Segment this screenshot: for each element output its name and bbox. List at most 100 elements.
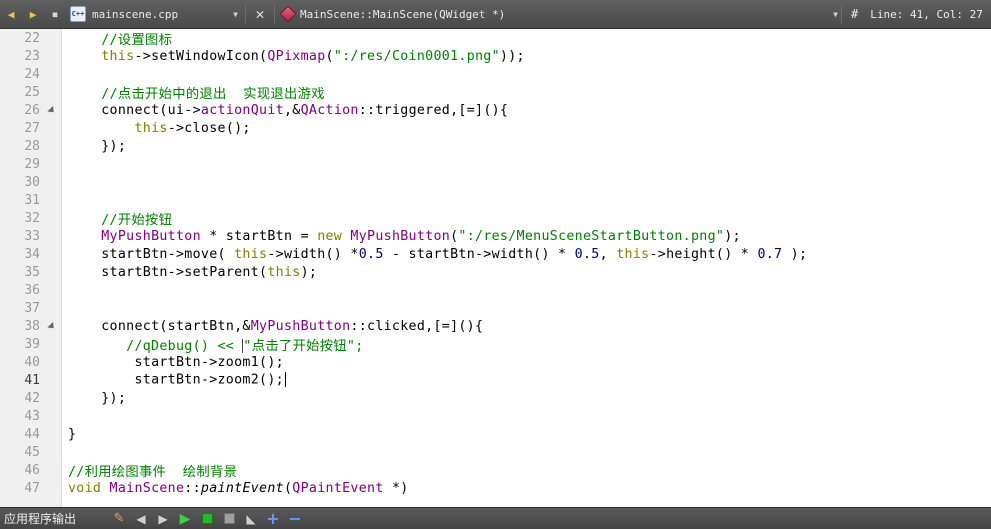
code-text: //设置图标 bbox=[62, 29, 172, 48]
code-line[interactable]: 23 this->setWindowIcon(QPixmap(":/res/Co… bbox=[0, 47, 991, 65]
code-editor[interactable]: 22 //设置图标 23 this->setWindowIcon(QPixmap… bbox=[0, 29, 991, 507]
cpp-file-icon: C++ bbox=[70, 6, 86, 22]
code-line[interactable]: 35 startBtn->setParent(this); bbox=[0, 263, 991, 281]
zoom-out-icon[interactable]: − bbox=[284, 509, 306, 529]
line-number: 37 bbox=[24, 300, 40, 316]
line-number: 38 bbox=[24, 318, 40, 334]
code-comment: //设置图标 bbox=[101, 32, 173, 48]
code-token: connect(ui-> bbox=[101, 102, 201, 118]
line-number: 23 bbox=[24, 48, 40, 64]
attach-icon[interactable] bbox=[218, 509, 240, 529]
fold-toggle[interactable] bbox=[42, 105, 62, 115]
next-icon[interactable]: ▶ bbox=[152, 509, 174, 529]
code-line[interactable]: 44 } bbox=[0, 425, 991, 443]
line-number: 40 bbox=[24, 354, 40, 370]
code-line[interactable]: 45 bbox=[0, 443, 991, 461]
code-line-current[interactable]: 41 startBtn->zoom2(); bbox=[0, 371, 991, 389]
code-type: MainScene bbox=[109, 480, 185, 496]
code-comment: //开始按钮 bbox=[101, 212, 173, 228]
cursor-position[interactable]: Line: 41, Col: 27 bbox=[870, 8, 983, 21]
line-number: 25 bbox=[24, 84, 40, 100]
code-line[interactable]: 27 this->close(); bbox=[0, 119, 991, 137]
code-line[interactable]: 28 }); bbox=[0, 137, 991, 155]
fold-toggle[interactable] bbox=[42, 321, 62, 331]
code-token: ->setWindowIcon( bbox=[134, 48, 268, 64]
code-line[interactable]: 46 //利用绘图事件 绘制背景 bbox=[0, 461, 991, 480]
code-token: ::triggered,[=](){ bbox=[358, 102, 509, 118]
code-keyword: this bbox=[101, 48, 135, 64]
line-number: 43 bbox=[24, 408, 40, 424]
code-line[interactable]: 31 bbox=[0, 191, 991, 209]
cursor-position-info: # Line: 41, Col: 27 bbox=[851, 7, 983, 21]
code-token: )); bbox=[499, 48, 525, 64]
forward-arrow-icon[interactable]: ▶ bbox=[22, 3, 44, 25]
code-line[interactable]: 47 void MainScene::paintEvent(QPaintEven… bbox=[0, 479, 991, 497]
code-line[interactable]: 26 connect(ui->actionQuit,&QAction::trig… bbox=[0, 101, 991, 119]
code-member: actionQuit bbox=[200, 102, 284, 118]
previous-icon[interactable]: ◀ bbox=[130, 509, 152, 529]
run-icon[interactable]: ▶ bbox=[174, 509, 196, 529]
chevron-down-icon[interactable]: ▼ bbox=[833, 10, 838, 19]
code-type: QPaintEvent bbox=[292, 480, 384, 496]
code-line[interactable]: 42 }); bbox=[0, 389, 991, 407]
file-selector[interactable]: C++ mainscene.cpp ▼ bbox=[66, 3, 242, 25]
function-symbol-icon bbox=[279, 5, 297, 23]
code-line[interactable]: 29 bbox=[0, 155, 991, 173]
stop-square bbox=[201, 513, 213, 524]
code-line[interactable]: 38 connect(startBtn,&MyPushButton::click… bbox=[0, 317, 991, 335]
code-text: this->setWindowIcon(QPixmap(":/res/Coin0… bbox=[62, 49, 525, 64]
line-number: 35 bbox=[24, 264, 40, 280]
back-arrow-icon[interactable]: ◀ bbox=[0, 3, 22, 25]
code-token: :: bbox=[184, 480, 201, 496]
code-line[interactable]: 22 //设置图标 bbox=[0, 29, 991, 48]
code-keyword: this bbox=[134, 120, 168, 136]
clear-output-icon[interactable]: ✎ bbox=[108, 509, 130, 529]
code-string: ":/res/Coin0001.png" bbox=[333, 48, 500, 64]
code-string: ":/res/MenuSceneStartButton.png" bbox=[458, 228, 725, 244]
attach-square bbox=[223, 513, 235, 524]
code-token: ); bbox=[724, 228, 741, 244]
stop-icon[interactable] bbox=[196, 509, 218, 529]
code-line[interactable]: 39 //qDebug() << "点击了开始按钮"; bbox=[0, 335, 991, 354]
close-icon[interactable]: ✕ bbox=[249, 5, 271, 23]
code-line[interactable]: 40 startBtn->zoom1(); bbox=[0, 353, 991, 371]
code-comment: //利用绘图事件 绘制背景 bbox=[68, 464, 238, 480]
code-type: QAction bbox=[300, 102, 359, 118]
code-text: this->close(); bbox=[62, 121, 251, 136]
line-number: 24 bbox=[24, 66, 40, 82]
code-token: connect(startBtn,& bbox=[101, 318, 251, 334]
zoom-in-icon[interactable]: + bbox=[262, 509, 284, 529]
code-text: //qDebug() << "点击了开始按钮"; bbox=[62, 335, 364, 354]
code-line[interactable]: 30 bbox=[0, 173, 991, 191]
code-line[interactable]: 25 //点击开始中的退出 实现退出游戏 bbox=[0, 83, 991, 102]
line-number: 44 bbox=[24, 426, 40, 442]
code-line[interactable]: 37 bbox=[0, 299, 991, 317]
code-token: ->height() * bbox=[649, 246, 758, 262]
line-number: 30 bbox=[24, 174, 40, 190]
code-token: * startBtn = bbox=[200, 228, 318, 244]
code-line[interactable]: 33 MyPushButton * startBtn = new MyPushB… bbox=[0, 227, 991, 245]
code-text: startBtn->setParent(this); bbox=[62, 265, 317, 280]
code-token: *) bbox=[383, 480, 409, 496]
code-comment: "点击了开始按钮"; bbox=[243, 338, 364, 354]
code-line[interactable]: 36 bbox=[0, 281, 991, 299]
line-number: 33 bbox=[24, 228, 40, 244]
output-pane-title[interactable]: 应用程序输出 bbox=[0, 510, 108, 527]
code-text: MyPushButton * startBtn = new MyPushButt… bbox=[62, 229, 741, 244]
code-line[interactable]: 43 bbox=[0, 407, 991, 425]
file-name: mainscene.cpp bbox=[92, 7, 179, 21]
fold-arrow-icon[interactable] bbox=[47, 105, 57, 115]
code-line[interactable]: 34 startBtn->move( this->width() *0.5 - … bbox=[0, 245, 991, 263]
code-line[interactable]: 32 //开始按钮 bbox=[0, 209, 991, 228]
symbol-selector[interactable]: MainScene::MainScene(QWidget *) ▼ bbox=[278, 5, 838, 23]
code-token: ->close(); bbox=[167, 120, 251, 136]
chevron-down-icon[interactable]: ▼ bbox=[233, 10, 238, 19]
hash-icon[interactable]: # bbox=[851, 7, 858, 21]
code-line[interactable]: 24 bbox=[0, 65, 991, 83]
code-token: }); bbox=[101, 390, 127, 406]
code-token: startBtn->zoom1(); bbox=[134, 354, 284, 370]
filter-icon[interactable]: ◣ bbox=[240, 509, 262, 529]
fold-arrow-icon[interactable] bbox=[47, 321, 57, 331]
lock-icon[interactable]: ▪ bbox=[44, 3, 66, 25]
line-number: 34 bbox=[24, 246, 40, 262]
